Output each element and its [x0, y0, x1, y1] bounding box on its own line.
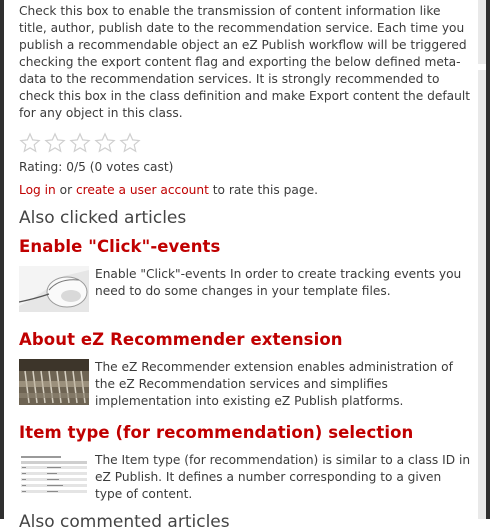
article-item: Enable "Click"-events Enable "Click"-eve… [19, 236, 471, 312]
login-link[interactable]: Log in [19, 183, 56, 197]
star-icon[interactable] [94, 132, 116, 154]
article-description: The eZ Recommender extension enables adm… [95, 360, 453, 408]
article-description: The Item type (for recommendation) is si… [95, 453, 471, 501]
rating-stars[interactable] [19, 131, 471, 155]
scrollbar-notch [478, 64, 486, 70]
article-description: Enable "Click"-events In order to create… [95, 267, 462, 298]
article-title-link[interactable]: Enable "Click"-events [19, 236, 471, 258]
server-photo-icon[interactable] [19, 359, 89, 405]
scrollbar-track[interactable] [478, 0, 486, 519]
rating-text: Rating: 0/5 (0 votes cast) [19, 160, 174, 174]
star-icon[interactable] [119, 132, 141, 154]
article-title-link[interactable]: Item type (for recommendation) selection [19, 422, 471, 444]
table-screenshot-icon[interactable] [19, 452, 89, 498]
article-title-link[interactable]: About eZ Recommender extension [19, 329, 471, 351]
main-content: Check this box to enable the transmissio… [19, 0, 471, 532]
star-icon[interactable] [44, 132, 66, 154]
intro-paragraph: Check this box to enable the transmissio… [19, 4, 471, 120]
star-icon[interactable] [19, 132, 41, 154]
rating-login-line: Log in or create a user account to rate … [19, 182, 471, 199]
star-icon[interactable] [69, 132, 91, 154]
also-commented-heading: Also commented articles [19, 512, 230, 532]
window-frame-left [0, 0, 4, 519]
or-text: or [59, 183, 73, 197]
also-clicked-heading: Also clicked articles [19, 208, 187, 228]
create-account-link[interactable]: create a user account [76, 183, 209, 197]
article-item: Item type (for recommendation) selection [19, 422, 471, 503]
article-item: About eZ Recommender extension The eZ Re… [19, 329, 471, 410]
rate-suffix-text: to rate this page. [212, 183, 318, 197]
window-frame-right [486, 0, 490, 519]
mouse-photo-icon[interactable] [19, 266, 89, 312]
